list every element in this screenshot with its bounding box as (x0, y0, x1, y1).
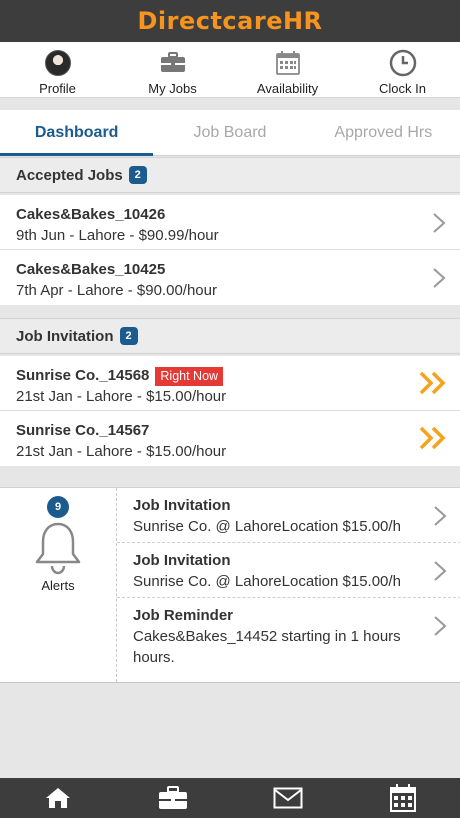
alert-body: Sunrise Co. @ LahoreLocation $15.00/h (133, 518, 401, 535)
bottom-nav-jobs[interactable] (115, 778, 230, 818)
home-icon (45, 788, 70, 808)
alert-body: Cakes&Bakes_14452 starting in 1 hours ho… (133, 628, 401, 666)
briefcase-icon (158, 786, 187, 809)
chevron-right-icon (434, 561, 447, 581)
accepted-job-item[interactable]: Cakes&Bakes_10425 7th Apr - Lahore - $90… (0, 250, 460, 305)
nav-availability-label: Availability (256, 81, 319, 96)
alerts-list: Job Invitation Sunrise Co. @ LahoreLocat… (116, 488, 460, 682)
alert-title: Job Invitation (133, 552, 231, 569)
nav-profile-label: Profile (39, 81, 76, 96)
job-detail: 7th Apr - Lahore - $90.00/hour (16, 282, 217, 299)
job-detail: 21st Jan - Lahore - $15.00/hour (16, 443, 227, 460)
job-detail: 21st Jan - Lahore - $15.00/hour (16, 388, 227, 405)
app-header: DirectcareHR (0, 0, 460, 42)
briefcase-icon (160, 49, 186, 77)
top-navigation: Profile My Jobs Availability Clock In (0, 42, 460, 98)
job-invitation-header: Job Invitation 2 (0, 318, 460, 354)
bottom-navigation (0, 778, 460, 818)
job-detail: 9th Jun - Lahore - $90.99/hour (16, 227, 219, 244)
mail-icon (273, 787, 302, 809)
accepted-job-item[interactable]: Cakes&Bakes_10426 9th Jun - Lahore - $90… (0, 195, 460, 250)
job-title: Cakes&Bakes_10425 (16, 261, 166, 278)
accepted-jobs-title: Accepted Jobs (16, 166, 123, 184)
alert-title: Job Reminder (133, 607, 234, 624)
job-invitation-title: Job Invitation (16, 327, 114, 345)
double-chevron-right-icon (419, 426, 446, 450)
job-title: Cakes&Bakes_10426 (16, 206, 166, 223)
alerts-label: Alerts (41, 578, 75, 593)
nav-profile[interactable]: Profile (0, 42, 115, 97)
bell-icon (35, 522, 81, 575)
job-invitation-count-badge: 2 (119, 327, 138, 345)
double-chevron-right-icon (419, 371, 446, 395)
accepted-jobs-header: Accepted Jobs 2 (0, 157, 460, 193)
chevron-right-icon (433, 268, 446, 288)
job-invitation-item[interactable]: Sunrise Co._14567 21st Jan - Lahore - $1… (0, 411, 460, 466)
nav-availability[interactable]: Availability (230, 42, 345, 97)
bottom-nav-messages[interactable] (230, 778, 345, 818)
alert-body: Sunrise Co. @ LahoreLocation $15.00/h (133, 573, 401, 590)
bottom-nav-calendar[interactable] (345, 778, 460, 818)
bottom-nav-home[interactable] (0, 778, 115, 818)
tab-approved-hrs[interactable]: Approved Hrs (307, 110, 460, 155)
nav-my-jobs[interactable]: My Jobs (115, 42, 230, 97)
accepted-jobs-count-badge: 2 (128, 166, 147, 184)
calendar-icon (275, 49, 300, 77)
clock-icon (389, 49, 417, 77)
job-invitation-item[interactable]: Sunrise Co._14568 Right Now 21st Jan - L… (0, 356, 460, 411)
job-title: Sunrise Co._14567 (16, 422, 150, 439)
calendar-icon (389, 784, 416, 812)
chevron-right-icon (434, 506, 447, 526)
job-title-row: Sunrise Co._14568 Right Now (16, 366, 420, 386)
alert-item[interactable]: Job Reminder Cakes&Bakes_14452 starting … (117, 598, 460, 682)
alerts-count-badge: 9 (47, 496, 69, 518)
alerts-panel: 9 Alerts Job Invitation Sunrise Co. @ La… (0, 487, 460, 683)
tab-job-board[interactable]: Job Board (153, 110, 306, 155)
job-title: Sunrise Co._14568 (16, 367, 150, 384)
dashboard-tabs: Dashboard Job Board Approved Hrs (0, 110, 460, 156)
avatar (44, 50, 71, 76)
alerts-summary[interactable]: 9 Alerts (0, 488, 116, 684)
app-title: DirectcareHR (137, 7, 323, 35)
alert-title: Job Invitation (133, 497, 231, 514)
alert-item[interactable]: Job Invitation Sunrise Co. @ LahoreLocat… (117, 543, 460, 598)
nav-clock-in-label: Clock In (379, 81, 426, 96)
nav-my-jobs-label: My Jobs (148, 81, 197, 96)
chevron-right-icon (434, 616, 447, 636)
nav-clock-in[interactable]: Clock In (345, 42, 460, 97)
right-now-badge: Right Now (155, 366, 224, 386)
chevron-right-icon (433, 213, 446, 233)
tab-dashboard[interactable]: Dashboard (0, 110, 154, 156)
alert-item[interactable]: Job Invitation Sunrise Co. @ LahoreLocat… (117, 488, 460, 543)
